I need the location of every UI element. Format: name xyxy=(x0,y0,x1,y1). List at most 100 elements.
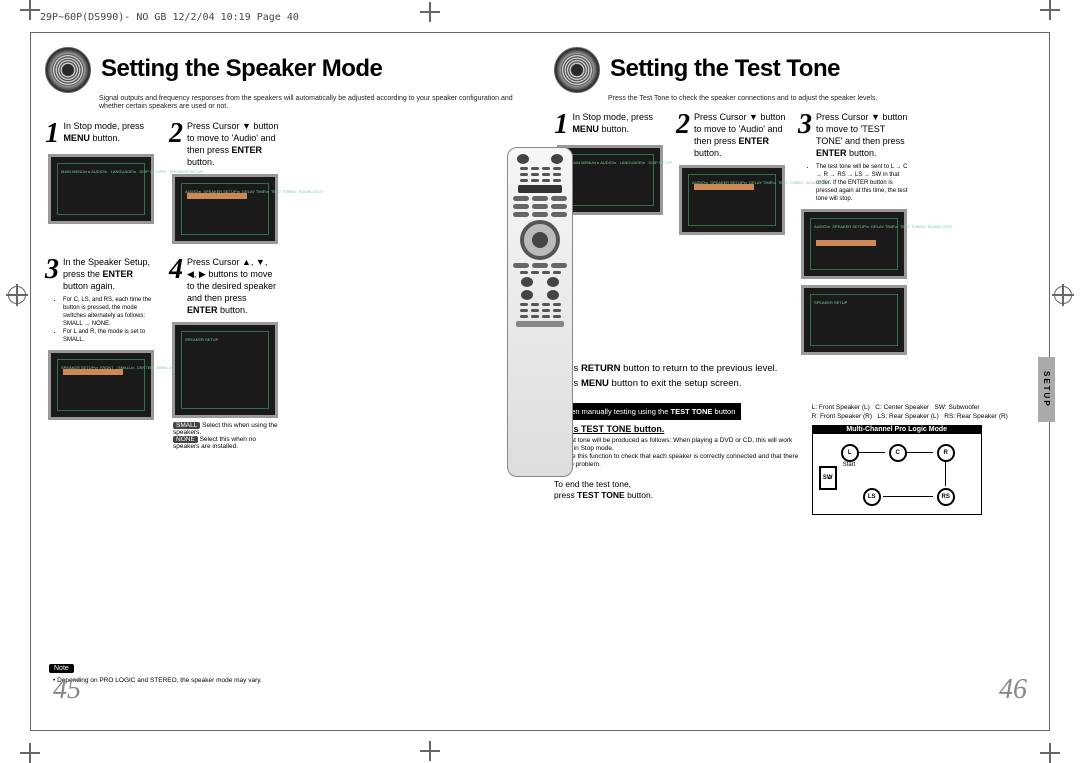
remote-button[interactable] xyxy=(542,179,550,182)
step-num: 3 xyxy=(45,256,59,292)
remote-button[interactable] xyxy=(542,315,550,318)
menu-screenshot: AUDIO\n SPEAKER SETUP\n DELAY TIME\n TES… xyxy=(679,165,785,235)
prologic-diagram: Multi-Channel Pro Logic Mode L C R LS RS… xyxy=(812,425,982,515)
remote-button[interactable] xyxy=(520,179,528,182)
subtitle-left: Signal outputs and frequency responses f… xyxy=(99,95,526,112)
page-number: 45 xyxy=(53,674,81,706)
step-num: 3 xyxy=(798,111,812,159)
page-45: Setting the Speaker Mode Signal outputs … xyxy=(45,47,532,716)
remote-button[interactable] xyxy=(542,173,550,176)
remote-brand-plate xyxy=(516,321,564,327)
page-number: 46 xyxy=(999,674,1027,706)
title-right: Setting the Test Tone xyxy=(610,55,840,83)
step-text: In Stop mode, press MENU button. xyxy=(572,111,664,139)
return-note: Press RETURN button to return to the pre… xyxy=(554,363,1035,374)
remote-button[interactable] xyxy=(520,303,528,306)
remote-button[interactable] xyxy=(513,204,529,209)
title-left: Setting the Speaker Mode xyxy=(101,55,382,83)
volume-up-button[interactable] xyxy=(521,277,533,287)
step-3-left: 3 In the Speaker Setup, press the ENTER … xyxy=(45,256,157,450)
remote-button[interactable] xyxy=(520,271,528,274)
step-1-left: 1 In Stop mode, press MENU button. MAIN … xyxy=(45,120,157,244)
cursor-pad[interactable] xyxy=(520,220,560,260)
step-num: 2 xyxy=(169,120,183,168)
tt-bullets: • Test tone will be produced as follows:… xyxy=(560,437,800,469)
volume-down-button[interactable] xyxy=(521,290,533,300)
menu-screenshot: AUDIO\n SPEAKER SETUP\n DELAY TIME\n TES… xyxy=(172,174,278,244)
remote-button[interactable] xyxy=(531,315,539,318)
heading-left: Setting the Speaker Mode xyxy=(45,47,526,93)
menu-screenshot: AUDIO\n SPEAKER SETUP\n DELAY TIME\n TES… xyxy=(801,209,907,279)
remote-button[interactable] xyxy=(553,167,561,170)
remote-button[interactable] xyxy=(532,212,548,217)
menu-screenshot: MAIN MENU\n ▸ AUDIO\n LANGUAGE\n DISP SE… xyxy=(48,154,154,224)
remote-button[interactable] xyxy=(520,167,528,170)
remote-button[interactable] xyxy=(553,309,561,312)
step-num: 1 xyxy=(554,111,568,139)
remote-button[interactable] xyxy=(542,167,550,170)
remote-button[interactable] xyxy=(542,303,550,306)
open-close-button[interactable] xyxy=(551,154,563,164)
remote-button[interactable] xyxy=(553,173,561,176)
remote-button[interactable] xyxy=(513,212,529,217)
menu-screenshot: SPEAKER SETUP xyxy=(172,322,278,418)
setup-tab: SETUP xyxy=(1038,357,1055,422)
remote-button[interactable] xyxy=(520,315,528,318)
print-header: 29P~60P(DS990)- NO GB 12/2/04 10:19 Page… xyxy=(40,12,299,23)
heading-right: Setting the Test Tone xyxy=(554,47,1035,93)
channel-down-button[interactable] xyxy=(547,290,559,300)
remote-button[interactable] xyxy=(553,179,561,182)
step-text: Press Cursor ▼ button to move to 'TEST T… xyxy=(816,111,908,159)
tt-heading: Press TEST TONE button. xyxy=(554,424,800,435)
menu-screenshot: SPEAKER SETUP xyxy=(801,285,907,355)
step-text: Press Cursor ▲, ▼, ◀, ▶ buttons to move … xyxy=(187,256,279,316)
remote-button[interactable] xyxy=(531,303,539,306)
test-tone-block: When manually testing using the TEST TON… xyxy=(554,403,800,501)
exit-button[interactable] xyxy=(551,263,567,268)
remote-button[interactable] xyxy=(531,271,539,274)
remote-button[interactable] xyxy=(520,309,528,312)
step-2-right: 2 Press Cursor ▼ button to move to 'Audi… xyxy=(676,111,788,355)
step-text: Press Cursor ▼ button to move to 'Audio'… xyxy=(187,120,279,168)
step-bullets: For C, LS, and RS, each time the button … xyxy=(53,296,157,344)
manual-page: Setting the Speaker Mode Signal outputs … xyxy=(30,32,1050,731)
remote-button[interactable] xyxy=(542,271,550,274)
page-46: Setting the Test Tone Press the Test Ton… xyxy=(548,47,1035,716)
step-4-left: 4 Press Cursor ▲, ▼, ◀, ▶ buttons to mov… xyxy=(169,256,281,450)
step-text: In Stop mode, press MENU button. xyxy=(63,120,155,148)
menu-screenshot: SPEAKER SETUP\n FRONT : SMALL\n CENTER :… xyxy=(48,350,154,420)
remote-button[interactable] xyxy=(532,204,548,209)
remote-button[interactable] xyxy=(513,196,529,201)
return-button[interactable] xyxy=(532,263,548,268)
step-2-left: 2 Press Cursor ▼ button to move to 'Audi… xyxy=(169,120,281,244)
remote-button[interactable] xyxy=(531,179,539,182)
foot-note: • Depending on PRO LOGIC and STEREO, the… xyxy=(53,677,528,684)
remote-button[interactable] xyxy=(520,173,528,176)
remote-button[interactable] xyxy=(542,309,550,312)
remote-button[interactable] xyxy=(551,196,567,201)
remote-button[interactable] xyxy=(551,204,567,209)
tt-end: To end the test tone,press TEST TONE but… xyxy=(554,479,800,501)
speaker-cone-icon xyxy=(554,47,600,93)
test-tone-button[interactable] xyxy=(553,315,561,318)
exit-note: Press MENU button to exit the setup scre… xyxy=(554,378,1035,389)
remote-button[interactable] xyxy=(531,173,539,176)
remote-control xyxy=(507,147,573,477)
power-button[interactable] xyxy=(517,154,529,164)
step-num: 1 xyxy=(45,120,59,148)
enter-button[interactable] xyxy=(532,232,548,248)
remote-button[interactable] xyxy=(531,167,539,170)
speaker-legend: L: Front Speaker (L) C: Center Speaker S… xyxy=(812,403,1035,421)
remote-button[interactable] xyxy=(553,303,561,306)
remote-button[interactable] xyxy=(553,271,561,274)
remote-display xyxy=(518,185,562,193)
remote-button[interactable] xyxy=(531,309,539,312)
small-none-legend: SMALL Select this when using the speaker… xyxy=(173,422,281,450)
step-3-right: 3 Press Cursor ▼ button to move to 'TEST… xyxy=(798,111,910,355)
speaker-cone-icon xyxy=(45,47,91,93)
channel-up-button[interactable] xyxy=(547,277,559,287)
menu-button[interactable] xyxy=(513,263,529,268)
remote-button[interactable] xyxy=(551,212,567,217)
remote-button[interactable] xyxy=(532,196,548,201)
step-num: 4 xyxy=(169,256,183,316)
